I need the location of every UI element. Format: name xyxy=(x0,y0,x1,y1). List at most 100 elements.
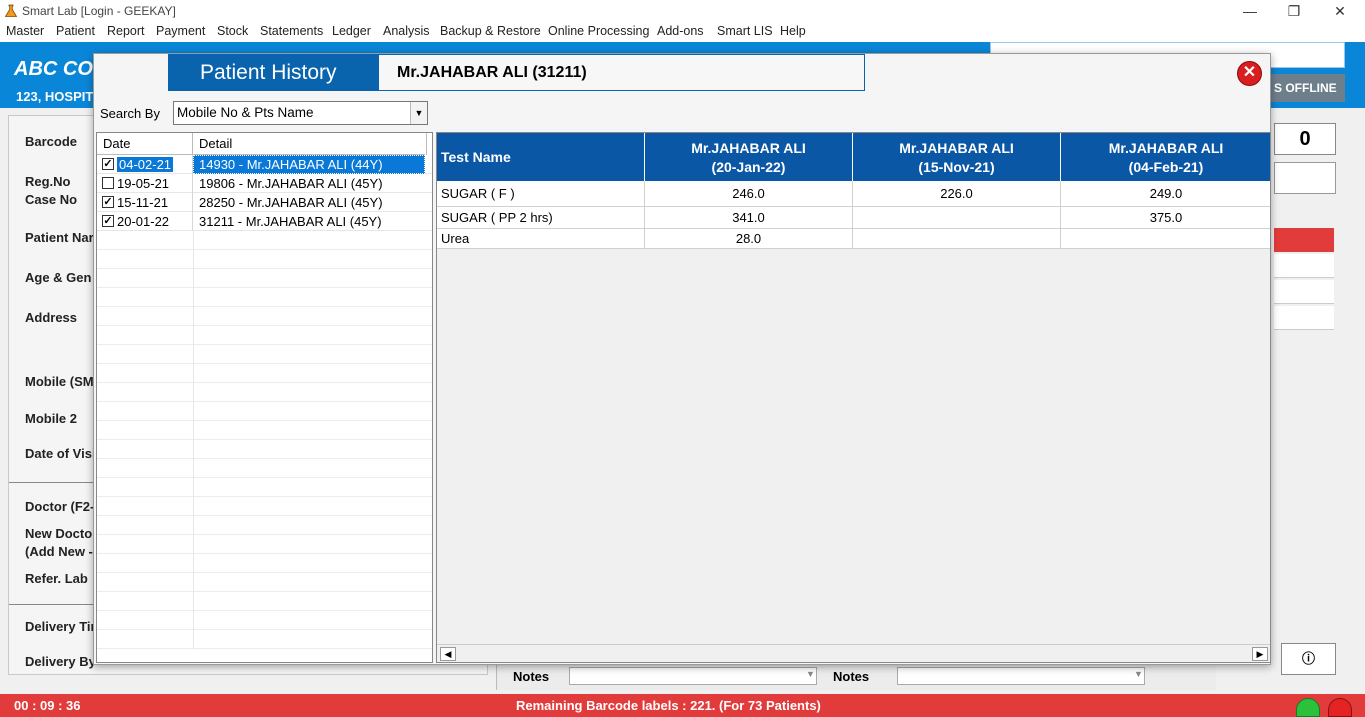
result-cell: 249.0 xyxy=(1149,186,1183,201)
chevron-down-icon[interactable]: ▼ xyxy=(1134,669,1143,679)
add-new-label: (Add New - xyxy=(25,544,93,559)
menu-patient[interactable]: Patient xyxy=(56,24,95,38)
empty-list-row xyxy=(97,326,432,345)
menu-online-processing[interactable]: Online Processing xyxy=(548,24,649,38)
menu-add-ons[interactable]: Add-ons xyxy=(657,24,704,38)
menu-smart-lis[interactable]: Smart LIS xyxy=(717,24,773,38)
minimize-button[interactable]: — xyxy=(1238,2,1262,20)
results-grid: Test Name Mr.JAHABAR ALI (20-Jan-22) Mr.… xyxy=(436,132,1271,663)
result-cell: 246.0 xyxy=(645,181,853,206)
empty-list-row xyxy=(97,440,432,459)
horizontal-scrollbar[interactable]: ◀ ▶ xyxy=(437,644,1270,662)
session-timer: 00 : 09 : 36 xyxy=(14,698,81,713)
online-indicator-icon xyxy=(1296,698,1320,717)
scroll-right-icon[interactable]: ▶ xyxy=(1252,647,1268,661)
column-header-test-name[interactable]: Test Name xyxy=(437,133,645,181)
column-divider xyxy=(193,516,194,535)
menu-report[interactable]: Report xyxy=(107,24,145,38)
column-divider xyxy=(193,326,194,345)
company-address: 123, HOSPIT xyxy=(16,89,94,104)
test-name-cell: Urea xyxy=(437,229,645,248)
empty-list-row xyxy=(97,611,432,630)
highlighted-row[interactable] xyxy=(1274,228,1334,252)
result-cell xyxy=(1061,229,1270,248)
column-divider xyxy=(193,630,194,649)
title-bar: Smart Lab [Login - GEEKAY] — ❐ ✕ xyxy=(0,0,1365,22)
menu-help[interactable]: Help xyxy=(780,24,806,38)
close-window-button[interactable]: ✕ xyxy=(1328,2,1352,20)
empty-list-row xyxy=(97,402,432,421)
notes-input[interactable] xyxy=(569,667,817,685)
close-dialog-button[interactable]: ✕ xyxy=(1237,61,1262,86)
column-visit-date: (15-Nov-21) xyxy=(918,159,995,175)
visit-date: 15-11-21 xyxy=(117,195,169,210)
maximize-button[interactable]: ❐ xyxy=(1282,2,1306,20)
patient-name-header: Mr.JAHABAR ALI (31211) xyxy=(378,54,865,91)
side-row[interactable] xyxy=(1274,280,1334,304)
menu-ledger[interactable]: Ledger xyxy=(332,24,371,38)
visit-detail: 28250 - Mr.JAHABAR ALI (45Y) xyxy=(199,195,383,210)
column-divider xyxy=(193,440,194,459)
column-header-visit[interactable]: Mr.JAHABAR ALI (15-Nov-21) xyxy=(853,133,1061,181)
menu-stock[interactable]: Stock xyxy=(217,24,248,38)
delivery-time-label: Delivery Tir xyxy=(25,619,96,634)
scroll-left-icon[interactable]: ◀ xyxy=(440,647,456,661)
status-bar: 00 : 09 : 36 Remaining Barcode labels : … xyxy=(0,694,1365,717)
empty-list-row xyxy=(97,288,432,307)
test-name-cell: SUGAR ( PP 2 hrs) xyxy=(437,207,645,228)
column-header-visit[interactable]: Mr.JAHABAR ALI (20-Jan-22) xyxy=(645,133,853,181)
mobile2-label: Mobile 2 xyxy=(25,411,78,426)
column-divider xyxy=(193,421,194,440)
table-row[interactable]: Urea 28.0 xyxy=(437,229,1270,249)
barcode-label: Barcode xyxy=(25,134,78,149)
column-divider xyxy=(193,478,194,497)
menu-payment[interactable]: Payment xyxy=(156,24,205,38)
empty-list-row xyxy=(97,421,432,440)
reg-no-label: Reg.No xyxy=(25,174,71,189)
column-divider xyxy=(193,554,194,573)
empty-list-row xyxy=(97,478,432,497)
chevron-down-icon[interactable]: ▼ xyxy=(806,669,815,679)
list-item[interactable]: 19-05-21 19806 - Mr.JAHABAR ALI (45Y) xyxy=(97,174,432,193)
new-doctor-label: New Docto xyxy=(25,526,93,541)
barcode-status-message: Remaining Barcode labels : 221. (For 73 … xyxy=(516,698,821,713)
list-item[interactable]: ✓ 15-11-21 28250 - Mr.JAHABAR ALI (45Y) xyxy=(97,193,432,212)
column-divider xyxy=(193,383,194,402)
side-field[interactable] xyxy=(1274,162,1336,194)
flask-icon xyxy=(4,4,18,17)
column-divider xyxy=(193,573,194,592)
chevron-down-icon[interactable]: ▼ xyxy=(410,102,427,124)
menu-statements[interactable]: Statements xyxy=(260,24,323,38)
search-by-select[interactable]: Mobile No & Pts Name ▼ xyxy=(173,101,428,125)
list-item[interactable]: ✓ 20-01-22 31211 - Mr.JAHABAR ALI (45Y) xyxy=(97,212,432,231)
menu-analysis[interactable]: Analysis xyxy=(383,24,430,38)
list-scrollbar[interactable] xyxy=(426,133,432,155)
offline-status-badge: S OFFLINE xyxy=(1270,74,1345,102)
side-row[interactable] xyxy=(1274,306,1334,330)
info-button[interactable]: ⓘ xyxy=(1281,643,1336,675)
side-row[interactable] xyxy=(1274,254,1334,278)
result-cell: 341.0 xyxy=(645,207,853,228)
notes-input[interactable] xyxy=(897,667,1145,685)
table-row[interactable]: SUGAR ( F ) 246.0 226.0 249.0 xyxy=(437,181,1270,207)
empty-list-row xyxy=(97,497,432,516)
column-visit-date: (20-Jan-22) xyxy=(711,159,786,175)
case-no-label: Case No xyxy=(25,192,78,207)
address-label: Address xyxy=(25,310,78,325)
column-divider xyxy=(193,592,194,611)
visit-list: Date Detail ✓ 04-02-21 14930 - Mr.JAHABA… xyxy=(96,132,433,663)
column-divider xyxy=(193,269,194,288)
column-divider xyxy=(193,288,194,307)
column-header-visit[interactable]: Mr.JAHABAR ALI (04-Feb-21) xyxy=(1061,133,1270,181)
notes-label: Notes xyxy=(513,669,550,684)
company-name: ABC CO xyxy=(14,58,93,80)
column-header-detail[interactable]: Detail xyxy=(193,133,425,155)
menu-backup-restore[interactable]: Backup & Restore xyxy=(440,24,541,38)
visit-detail: 31211 - Mr.JAHABAR ALI (45Y) xyxy=(199,214,382,229)
doctor-label: Doctor (F2- xyxy=(25,499,95,514)
column-header-date[interactable]: Date xyxy=(97,133,193,155)
menu-master[interactable]: Master xyxy=(6,24,44,38)
table-row[interactable]: SUGAR ( PP 2 hrs) 341.0 375.0 xyxy=(437,207,1270,229)
list-item[interactable]: ✓ 04-02-21 14930 - Mr.JAHABAR ALI (44Y) xyxy=(97,155,432,174)
patient-history-dialog: Patient History Mr.JAHABAR ALI (31211) ✕… xyxy=(93,53,1271,665)
